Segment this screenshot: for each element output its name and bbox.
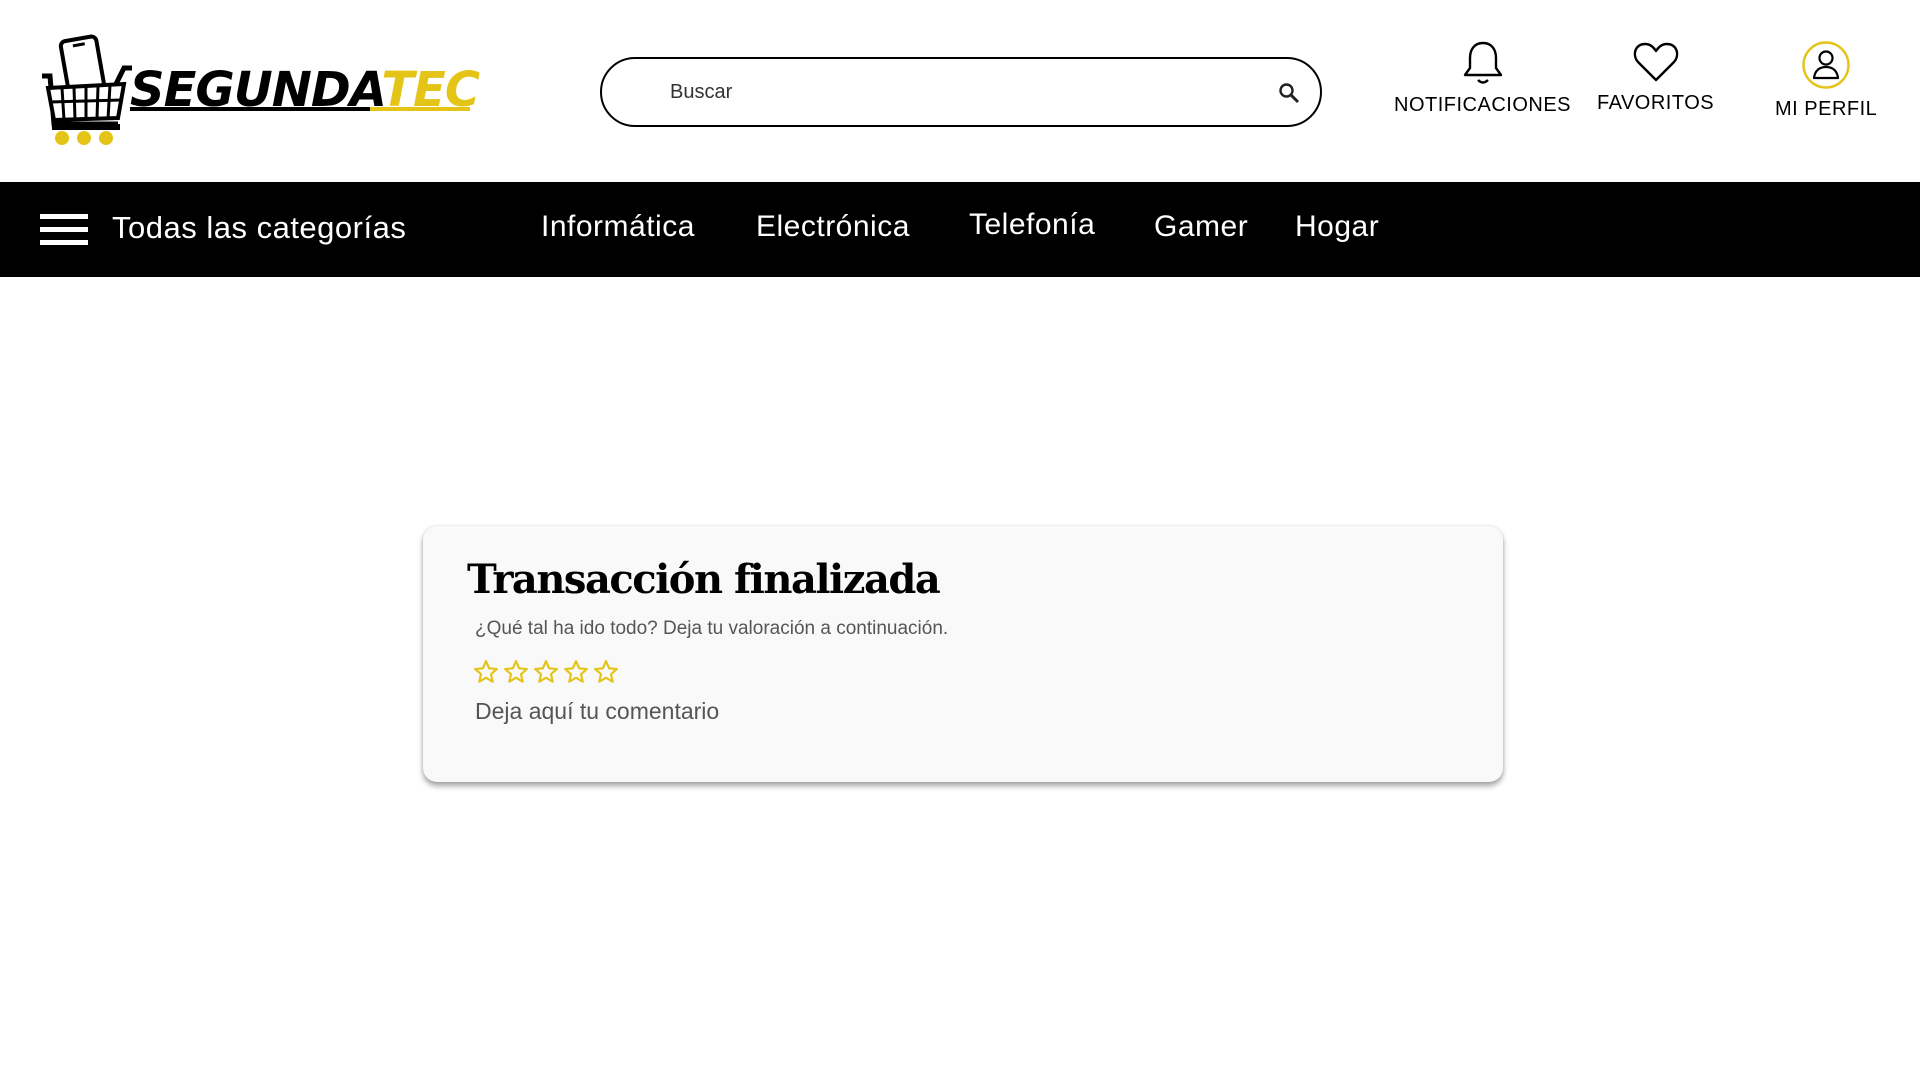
favorites-label: FAVORITOS <box>1597 92 1715 114</box>
heart-icon <box>1633 42 1678 82</box>
card-subtitle: ¿Qué tal ha ido todo? Deja tu valoración… <box>475 618 949 639</box>
star-rating <box>473 659 619 685</box>
logo[interactable]: SEGUNDATEC <box>40 34 480 146</box>
star-icon-5[interactable] <box>593 659 619 685</box>
logo-underline-accent <box>370 107 470 111</box>
notifications-label: NOTIFICACIONES <box>1394 94 1572 116</box>
category-nav: Todas las categorías Informática Electró… <box>0 182 1920 277</box>
star-icon-4[interactable] <box>563 659 589 685</box>
search-bar <box>600 57 1322 127</box>
nav-item-gamer[interactable]: Gamer <box>1154 210 1248 244</box>
header: SEGUNDATEC NOTIFICACIONES FAVORITOS MI P… <box>0 0 1920 182</box>
nav-item-hogar[interactable]: Hogar <box>1295 210 1379 244</box>
notifications-button[interactable]: NOTIFICACIONES <box>1394 40 1571 117</box>
search-input[interactable] <box>670 80 1230 104</box>
search-icon[interactable] <box>1278 82 1300 104</box>
comment-input[interactable] <box>475 698 1375 725</box>
nav-item-telefonia[interactable]: Telefonía <box>969 208 1095 242</box>
profile-label: MI PERFIL <box>1775 98 1878 120</box>
profile-button[interactable]: MI PERFIL <box>1775 40 1877 121</box>
star-icon-3[interactable] <box>533 659 559 685</box>
shopping-cart-logo-icon <box>42 34 132 145</box>
nav-item-informatica[interactable]: Informática <box>541 210 695 244</box>
star-icon-1[interactable] <box>473 659 499 685</box>
star-icon-2[interactable] <box>503 659 529 685</box>
menu-icon[interactable] <box>40 212 88 248</box>
user-icon <box>1802 41 1850 89</box>
nav-item-electronica[interactable]: Electrónica <box>756 210 910 244</box>
bell-icon <box>1463 41 1502 84</box>
favorites-button[interactable]: FAVORITOS <box>1597 40 1714 115</box>
nav-all-categories[interactable]: Todas las categorías <box>112 210 406 246</box>
review-card: Transacción finalizada ¿Qué tal ha ido t… <box>423 526 1503 782</box>
card-title: Transacción finalizada <box>467 556 941 603</box>
